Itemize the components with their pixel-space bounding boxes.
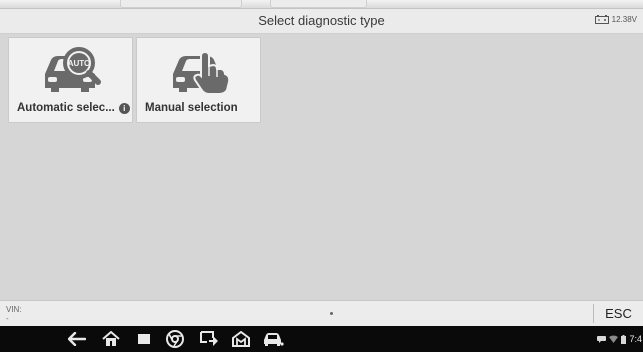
vci-car-icon[interactable] — [258, 326, 288, 352]
clock: 7:4 — [629, 334, 642, 344]
home-icon[interactable] — [96, 326, 126, 352]
car-hand-icon — [137, 44, 260, 96]
esc-button[interactable]: ESC — [594, 301, 643, 326]
maxisys-home-icon[interactable] — [226, 326, 256, 352]
car-auto-magnifier-icon: AUTO — [9, 44, 132, 96]
tile-label: Manual selection — [145, 102, 238, 114]
wifi-icon — [609, 335, 619, 343]
battery-status-icon — [621, 334, 627, 344]
back-icon[interactable] — [62, 326, 92, 352]
screen-capture-icon[interactable] — [194, 326, 224, 352]
manual-selection-label: Manual selection — [145, 102, 238, 114]
main-content: AUTO Automatic selec... i Manual selecti… — [0, 34, 643, 299]
recent-apps-icon[interactable] — [129, 326, 159, 352]
bottom-toolbar: VIN: - ESC — [0, 300, 643, 326]
top-edge-strip — [0, 0, 643, 9]
info-icon[interactable]: i — [118, 102, 130, 114]
tile-label: Automatic selec... i — [17, 102, 130, 114]
vin-block: VIN: - — [6, 305, 22, 323]
faint-tab — [120, 0, 242, 8]
automatic-selection-label: Automatic selec... — [17, 102, 115, 114]
manual-selection-tile[interactable]: Manual selection — [136, 37, 261, 123]
page-title: Select diagnostic type — [258, 13, 385, 28]
message-icon — [597, 335, 607, 343]
battery-icon — [594, 15, 609, 24]
vin-value: - — [6, 314, 9, 323]
chrome-icon[interactable] — [160, 326, 190, 352]
vin-label: VIN: — [6, 305, 22, 314]
status-area: 7:4 — [597, 326, 643, 352]
title-bar: Select diagnostic type 12.38V — [0, 9, 643, 34]
battery-voltage: 12.38V — [611, 15, 637, 24]
page-indicator-dot — [330, 312, 333, 315]
svg-text:AUTO: AUTO — [67, 59, 90, 68]
android-navigation-bar: 7:4 — [0, 326, 643, 352]
automatic-selection-tile[interactable]: AUTO Automatic selec... i — [8, 37, 133, 123]
battery-status: 12.38V — [594, 15, 637, 24]
faint-tab — [270, 0, 367, 8]
